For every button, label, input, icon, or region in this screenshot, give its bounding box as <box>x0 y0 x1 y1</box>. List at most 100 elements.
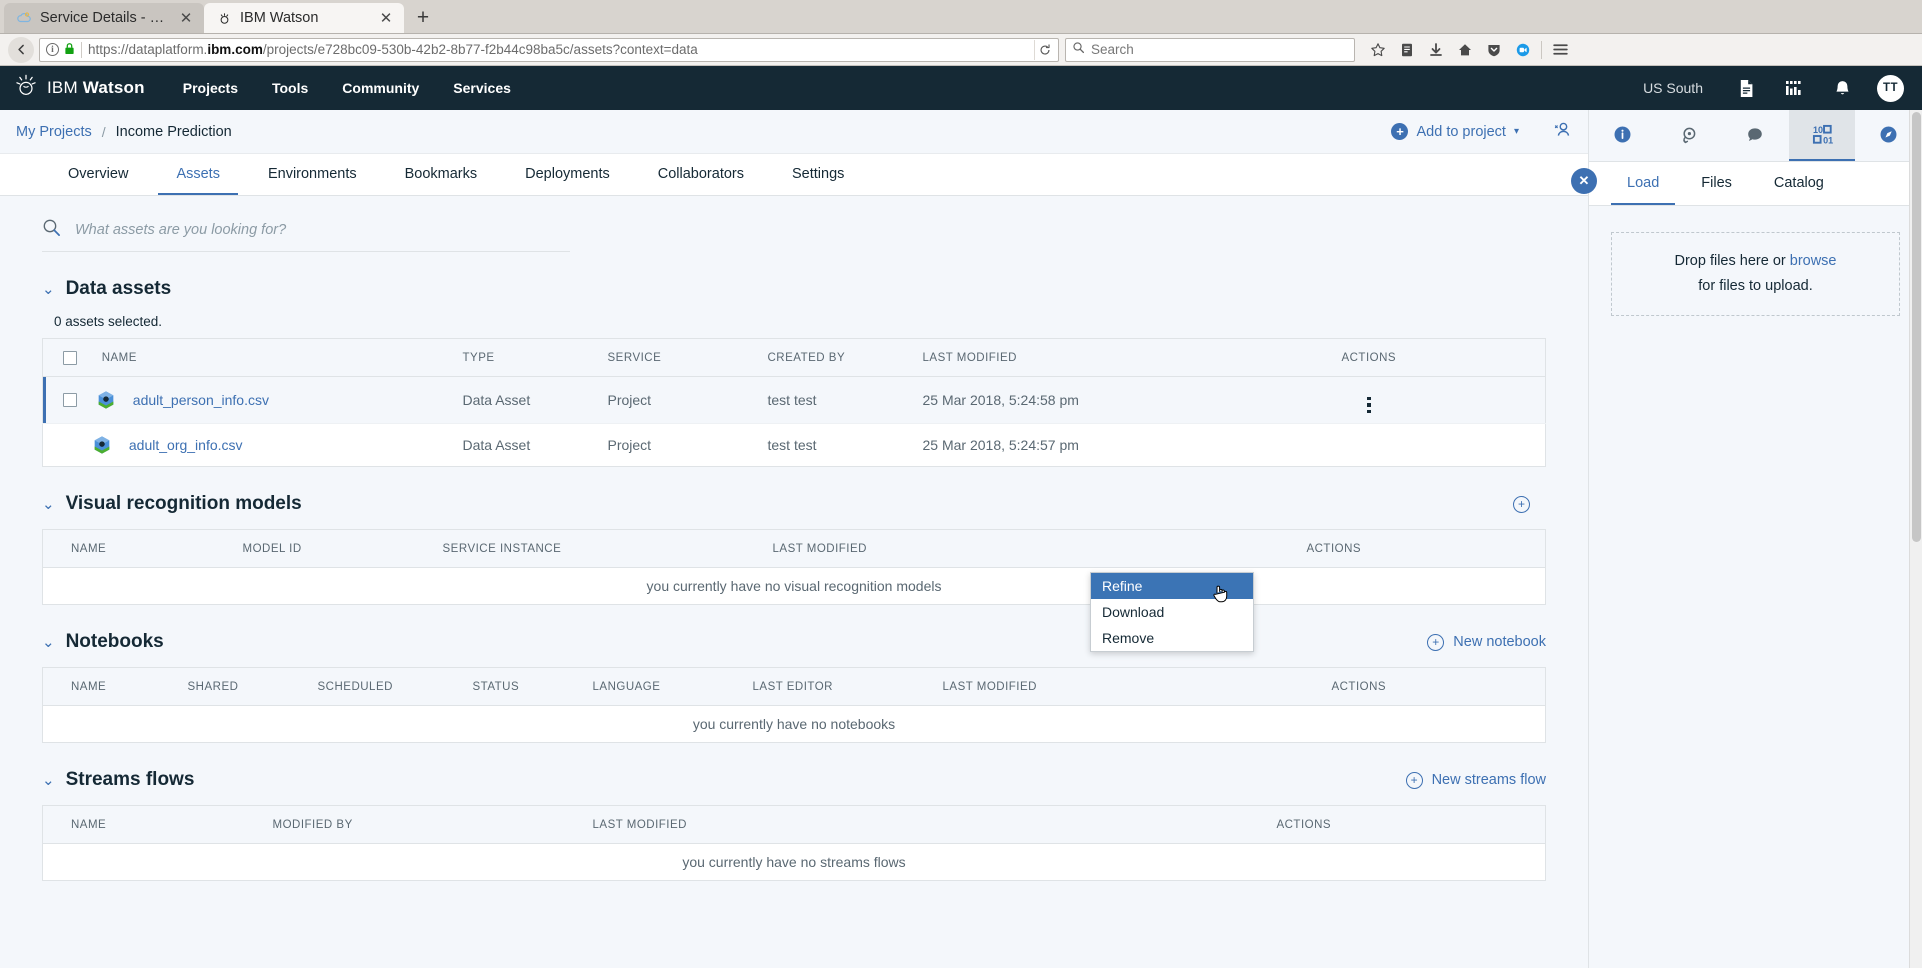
plus-circle-icon: + <box>1513 495 1530 513</box>
empty-state-text: you currently have no streams flows <box>682 854 906 870</box>
page-scrollbar[interactable] <box>1909 110 1922 968</box>
col-last-modified: LAST MODIFIED <box>922 338 1193 377</box>
url-divider <box>81 41 82 58</box>
search-input[interactable]: What assets are you looking for? <box>42 218 570 252</box>
bookmark-star-icon[interactable] <box>1363 37 1392 63</box>
nav-item-projects[interactable]: Projects <box>183 80 238 96</box>
col-scheduled: SCHEDULED <box>317 667 473 706</box>
url-bar[interactable]: i https://dataplatform.ibm.com/projects/… <box>39 37 1059 62</box>
plus-circle-icon: + <box>1405 771 1423 789</box>
section-data-assets: ⌄ Data assets 0 assets selected. NAME TY… <box>0 278 1588 467</box>
notifications-bell-icon[interactable] <box>1829 75 1855 101</box>
tab-environments[interactable]: Environments <box>250 154 375 195</box>
panel-tab-catalog[interactable]: Catalog <box>1758 162 1840 205</box>
row-actions-kebab-icon[interactable] <box>1367 396 1371 413</box>
browser-tab-title: IBM Watson <box>240 10 319 26</box>
section-title: Notebooks <box>65 631 164 652</box>
empty-state-text: you currently have no notebooks <box>692 716 896 732</box>
chevron-down-icon[interactable]: ⌄ <box>42 282 55 297</box>
scrollbar-thumb[interactable] <box>1912 112 1921 542</box>
browser-search-bar[interactable]: Search <box>1065 37 1355 62</box>
col-service-instance: SERVICE INSTANCE <box>442 529 773 568</box>
asset-link[interactable]: adult_person_info.csv <box>133 392 269 408</box>
empty-state-row: you currently have no notebooks <box>43 706 1546 743</box>
nav-item-tools[interactable]: Tools <box>272 80 308 96</box>
home-icon[interactable] <box>1450 37 1479 63</box>
new-streams-flow-button[interactable]: + New streams flow <box>1405 771 1546 789</box>
lock-icon <box>64 42 75 57</box>
visual-recognition-header[interactable]: ⌄ Visual recognition models + <box>42 493 1546 515</box>
nav-item-services[interactable]: Services <box>453 80 511 96</box>
chevron-down-icon[interactable]: ⌄ <box>42 497 55 512</box>
cell-name: adult_org_info.csv <box>43 424 463 467</box>
hamburger-menu-icon[interactable] <box>1546 37 1575 63</box>
tab-overview[interactable]: Overview <box>50 154 146 195</box>
asset-link[interactable]: adult_org_info.csv <box>129 437 243 453</box>
right-panel: 10 01 ✕ Load Files Catalog Drop files he… <box>1571 110 1922 968</box>
add-to-project-label: Add to project <box>1416 123 1506 140</box>
breadcrumb-separator: / <box>101 123 106 140</box>
panel-tab-files[interactable]: Files <box>1685 162 1748 205</box>
page-body: My Projects / Income Prediction + Add to… <box>0 110 1922 968</box>
brand-watson: Watson <box>82 78 145 97</box>
apps-grid-icon[interactable] <box>1781 75 1807 101</box>
tab-collaborators[interactable]: Collaborators <box>640 154 762 195</box>
brand-logo[interactable]: IBM Watson <box>14 73 145 103</box>
library-icon[interactable] <box>1392 37 1421 63</box>
select-all-checkbox[interactable] <box>63 350 77 365</box>
chevron-down-icon: ▾ <box>1513 126 1519 137</box>
context-menu-item-remove[interactable]: Remove <box>1091 625 1253 651</box>
site-identity[interactable]: i <box>46 42 75 57</box>
cell-name: adult_person_info.csv <box>42 376 463 424</box>
info-icon[interactable] <box>1589 110 1656 161</box>
close-panel-button[interactable]: ✕ <box>1571 168 1597 194</box>
browser-tab-close-icon[interactable]: ✕ <box>378 11 394 26</box>
section-visual-recognition: ⌄ Visual recognition models + NAME MODEL… <box>0 493 1588 605</box>
add-user-icon[interactable] <box>1553 121 1572 143</box>
comment-icon[interactable] <box>1722 110 1789 161</box>
page-info-icon[interactable]: i <box>46 43 59 56</box>
tab-assets[interactable]: Assets <box>158 154 238 195</box>
data-assets-header[interactable]: ⌄ Data assets <box>42 278 1546 300</box>
breadcrumb-parent[interactable]: My Projects <box>16 124 92 140</box>
panel-tab-load[interactable]: Load <box>1611 162 1676 205</box>
back-button-icon[interactable] <box>8 36 34 63</box>
avatar[interactable]: TT <box>1877 74 1904 102</box>
new-notebook-button[interactable]: + New notebook <box>1427 633 1546 651</box>
downloads-icon[interactable] <box>1421 37 1450 63</box>
pocket-shield-icon[interactable] <box>1479 37 1508 63</box>
browser-tab-title: Service Details - … <box>40 10 165 26</box>
browse-link[interactable]: browse <box>1790 253 1837 269</box>
brand-name: IBM Watson <box>47 78 145 98</box>
chevron-down-icon[interactable]: ⌄ <box>42 773 55 788</box>
file-drop-zone[interactable]: Drop files here or browse for files to u… <box>1611 232 1900 316</box>
main-column: My Projects / Income Prediction + Add to… <box>0 110 1588 968</box>
url-suffix: /projects/e728bc09-530b-42b2-8b77-f2b44c… <box>262 42 698 57</box>
browser-tab-0[interactable]: Service Details - … ✕ <box>4 3 204 33</box>
sync-icon[interactable] <box>1508 37 1537 63</box>
chevron-down-icon[interactable]: ⌄ <box>42 635 55 650</box>
data-binary-icon[interactable]: 10 01 <box>1788 110 1856 161</box>
nav-item-community[interactable]: Community <box>342 80 419 96</box>
browser-search-placeholder: Search <box>1091 42 1134 57</box>
new-tab-button[interactable]: + <box>408 3 438 33</box>
tab-deployments[interactable]: Deployments <box>507 154 628 195</box>
cell-created-by: test test <box>767 376 923 424</box>
notebooks-header[interactable]: ⌄ Notebooks + New notebook <box>42 631 1546 653</box>
col-name: NAME <box>42 667 188 706</box>
streams-flows-header[interactable]: ⌄ Streams flows + New streams flow <box>42 769 1546 791</box>
table-row[interactable]: adult_org_info.csv Data Asset Project te… <box>43 424 1546 467</box>
tab-bookmarks[interactable]: Bookmarks <box>387 154 496 195</box>
table-row[interactable]: adult_person_info.csv Data Asset Project… <box>42 376 1546 424</box>
add-to-project-button[interactable]: + Add to project ▾ <box>1391 123 1519 140</box>
tab-settings[interactable]: Settings <box>774 154 862 195</box>
browser-tab-close-icon[interactable]: ✕ <box>178 11 194 26</box>
docs-icon[interactable] <box>1733 75 1759 101</box>
breadcrumb-current: Income Prediction <box>115 123 232 140</box>
new-notebook-label: New notebook <box>1453 634 1546 650</box>
reload-icon[interactable] <box>1034 39 1054 60</box>
row-checkbox[interactable] <box>63 393 77 407</box>
history-icon[interactable] <box>1656 110 1723 161</box>
new-visual-model-button[interactable]: + <box>1513 495 1530 513</box>
browser-tab-1[interactable]: IBM Watson ✕ <box>204 3 404 33</box>
